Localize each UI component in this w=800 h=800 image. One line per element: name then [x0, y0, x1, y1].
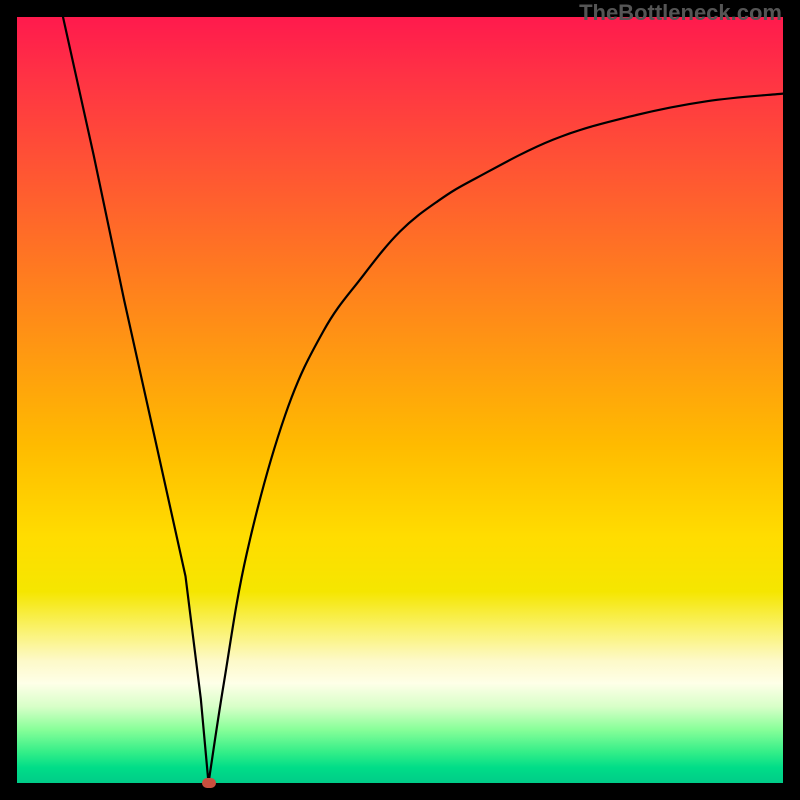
curve-svg [17, 17, 783, 783]
watermark-text: TheBottleneck.com [579, 0, 782, 26]
plot-area [17, 17, 783, 783]
bottleneck-curve [63, 17, 783, 783]
minimum-marker [202, 778, 216, 788]
chart-container: TheBottleneck.com [0, 0, 800, 800]
